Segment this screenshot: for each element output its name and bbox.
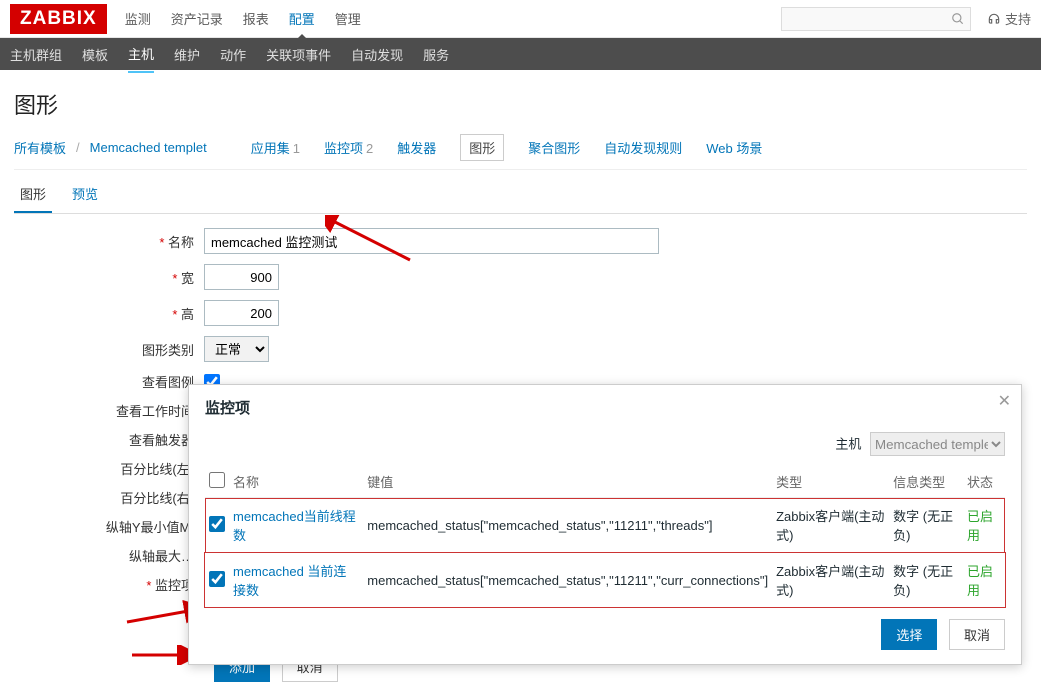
close-icon[interactable]: ✕: [998, 391, 1011, 411]
label-name: 名称: [14, 232, 204, 251]
row-checkbox[interactable]: [209, 571, 225, 587]
hosttab-screens[interactable]: 聚合图形: [528, 138, 580, 157]
label-worktime: 查看工作时间: [14, 401, 204, 420]
subnav-hostgroups[interactable]: 主机群组: [10, 37, 62, 72]
col-status: 状态: [963, 466, 1005, 498]
select-all-checkbox[interactable]: [209, 472, 225, 488]
hosttab-discovery[interactable]: 自动发现规则: [604, 138, 682, 157]
hosttab-web[interactable]: Web 场景: [706, 138, 762, 157]
item-status: 已启用: [963, 498, 1005, 553]
name-input[interactable]: [204, 228, 659, 254]
items-modal: ✕ 监控项 主机 Memcached templet 名称 键值 类型 信息类型…: [188, 384, 1022, 665]
inner-tabs: 图形 预览: [14, 178, 1027, 214]
col-key: 键值: [363, 466, 772, 498]
table-row: memcached当前线程数 memcached_status["memcach…: [205, 498, 1005, 553]
bc-template-name[interactable]: Memcached templet: [90, 140, 207, 155]
gtype-select[interactable]: 正常: [204, 336, 269, 362]
search-input[interactable]: [781, 7, 971, 31]
bc-all-templates[interactable]: 所有模板: [14, 138, 66, 157]
hosttab-graphs[interactable]: 图形: [460, 134, 504, 161]
logo: ZABBIX: [10, 4, 107, 34]
width-input[interactable]: [204, 264, 279, 290]
subnav-hosts[interactable]: 主机: [128, 36, 154, 73]
support-label: 支持: [1005, 9, 1031, 28]
modal-select-button[interactable]: 选择: [881, 619, 937, 650]
label-pctleft: 百分比线(左): [14, 459, 204, 478]
label-height: 高: [14, 304, 204, 323]
col-name: 名称: [229, 466, 363, 498]
item-info: 数字 (无正负): [889, 553, 963, 608]
col-info: 信息类型: [889, 466, 963, 498]
nav-inventory[interactable]: 资产记录: [171, 9, 223, 28]
hosttab-triggers[interactable]: 触发器: [397, 138, 436, 157]
subnav-maintenance[interactable]: 维护: [174, 37, 200, 72]
modal-cancel-button[interactable]: 取消: [949, 619, 1005, 650]
item-status: 已启用: [963, 553, 1005, 608]
nav-reports[interactable]: 报表: [243, 9, 269, 28]
item-name-link[interactable]: memcached当前线程数: [233, 509, 356, 543]
bc-sep: /: [76, 140, 80, 155]
subnav-templates[interactable]: 模板: [82, 37, 108, 72]
search-icon: [951, 12, 965, 26]
label-ymax: 纵轴最大…: [14, 546, 204, 565]
label-gtype: 图形类别: [14, 340, 204, 359]
row-checkbox[interactable]: [209, 516, 225, 532]
hosttab-items[interactable]: 监控项2: [324, 138, 373, 157]
label-triggers: 查看触发器: [14, 430, 204, 449]
page-title: 图形: [14, 88, 1027, 120]
subnav-actions[interactable]: 动作: [220, 37, 246, 72]
subnav-services[interactable]: 服务: [423, 37, 449, 72]
label-legend: 查看图例: [14, 372, 204, 391]
top-nav: ZABBIX 监测 资产记录 报表 配置 管理 支持: [0, 0, 1041, 38]
col-type: 类型: [772, 466, 889, 498]
item-key: memcached_status["memcached_status","112…: [363, 553, 772, 608]
label-pctright: 百分比线(右): [14, 488, 204, 507]
sub-nav: 主机群组 模板 主机 维护 动作 关联项事件 自动发现 服务: [0, 38, 1041, 70]
label-items: 监控项: [14, 575, 204, 594]
nav-monitor[interactable]: 监测: [125, 9, 151, 28]
tab-preview[interactable]: 预览: [66, 178, 104, 213]
headset-icon: [987, 12, 1001, 26]
label-width: 宽: [14, 268, 204, 287]
tab-graph[interactable]: 图形: [14, 178, 52, 213]
nav-admin[interactable]: 管理: [335, 9, 361, 28]
items-table: 名称 键值 类型 信息类型 状态 memcached当前线程数 memcache…: [205, 466, 1005, 607]
subnav-discovery[interactable]: 自动发现: [351, 37, 403, 72]
modal-title: 监控项: [205, 397, 1005, 418]
item-info: 数字 (无正负): [889, 498, 963, 553]
item-name-link[interactable]: memcached 当前连接数: [233, 564, 346, 598]
modal-host-select[interactable]: Memcached templet: [870, 432, 1005, 456]
item-key: memcached_status["memcached_status","112…: [363, 498, 772, 553]
breadcrumb: 所有模板 / Memcached templet 应用集1 监控项2 触发器 图…: [14, 134, 1027, 170]
item-type: Zabbix客户端(主动式): [772, 498, 889, 553]
nav-config[interactable]: 配置: [289, 9, 315, 28]
item-type: Zabbix客户端(主动式): [772, 553, 889, 608]
label-ymin: 纵轴Y最小值MI: [14, 517, 204, 536]
modal-host-label: 主机: [835, 437, 861, 452]
table-row: memcached 当前连接数 memcached_status["memcac…: [205, 553, 1005, 608]
hosttab-applications[interactable]: 应用集1: [251, 138, 300, 157]
support-link[interactable]: 支持: [987, 9, 1031, 28]
subnav-correlation[interactable]: 关联项事件: [266, 37, 331, 72]
height-input[interactable]: [204, 300, 279, 326]
